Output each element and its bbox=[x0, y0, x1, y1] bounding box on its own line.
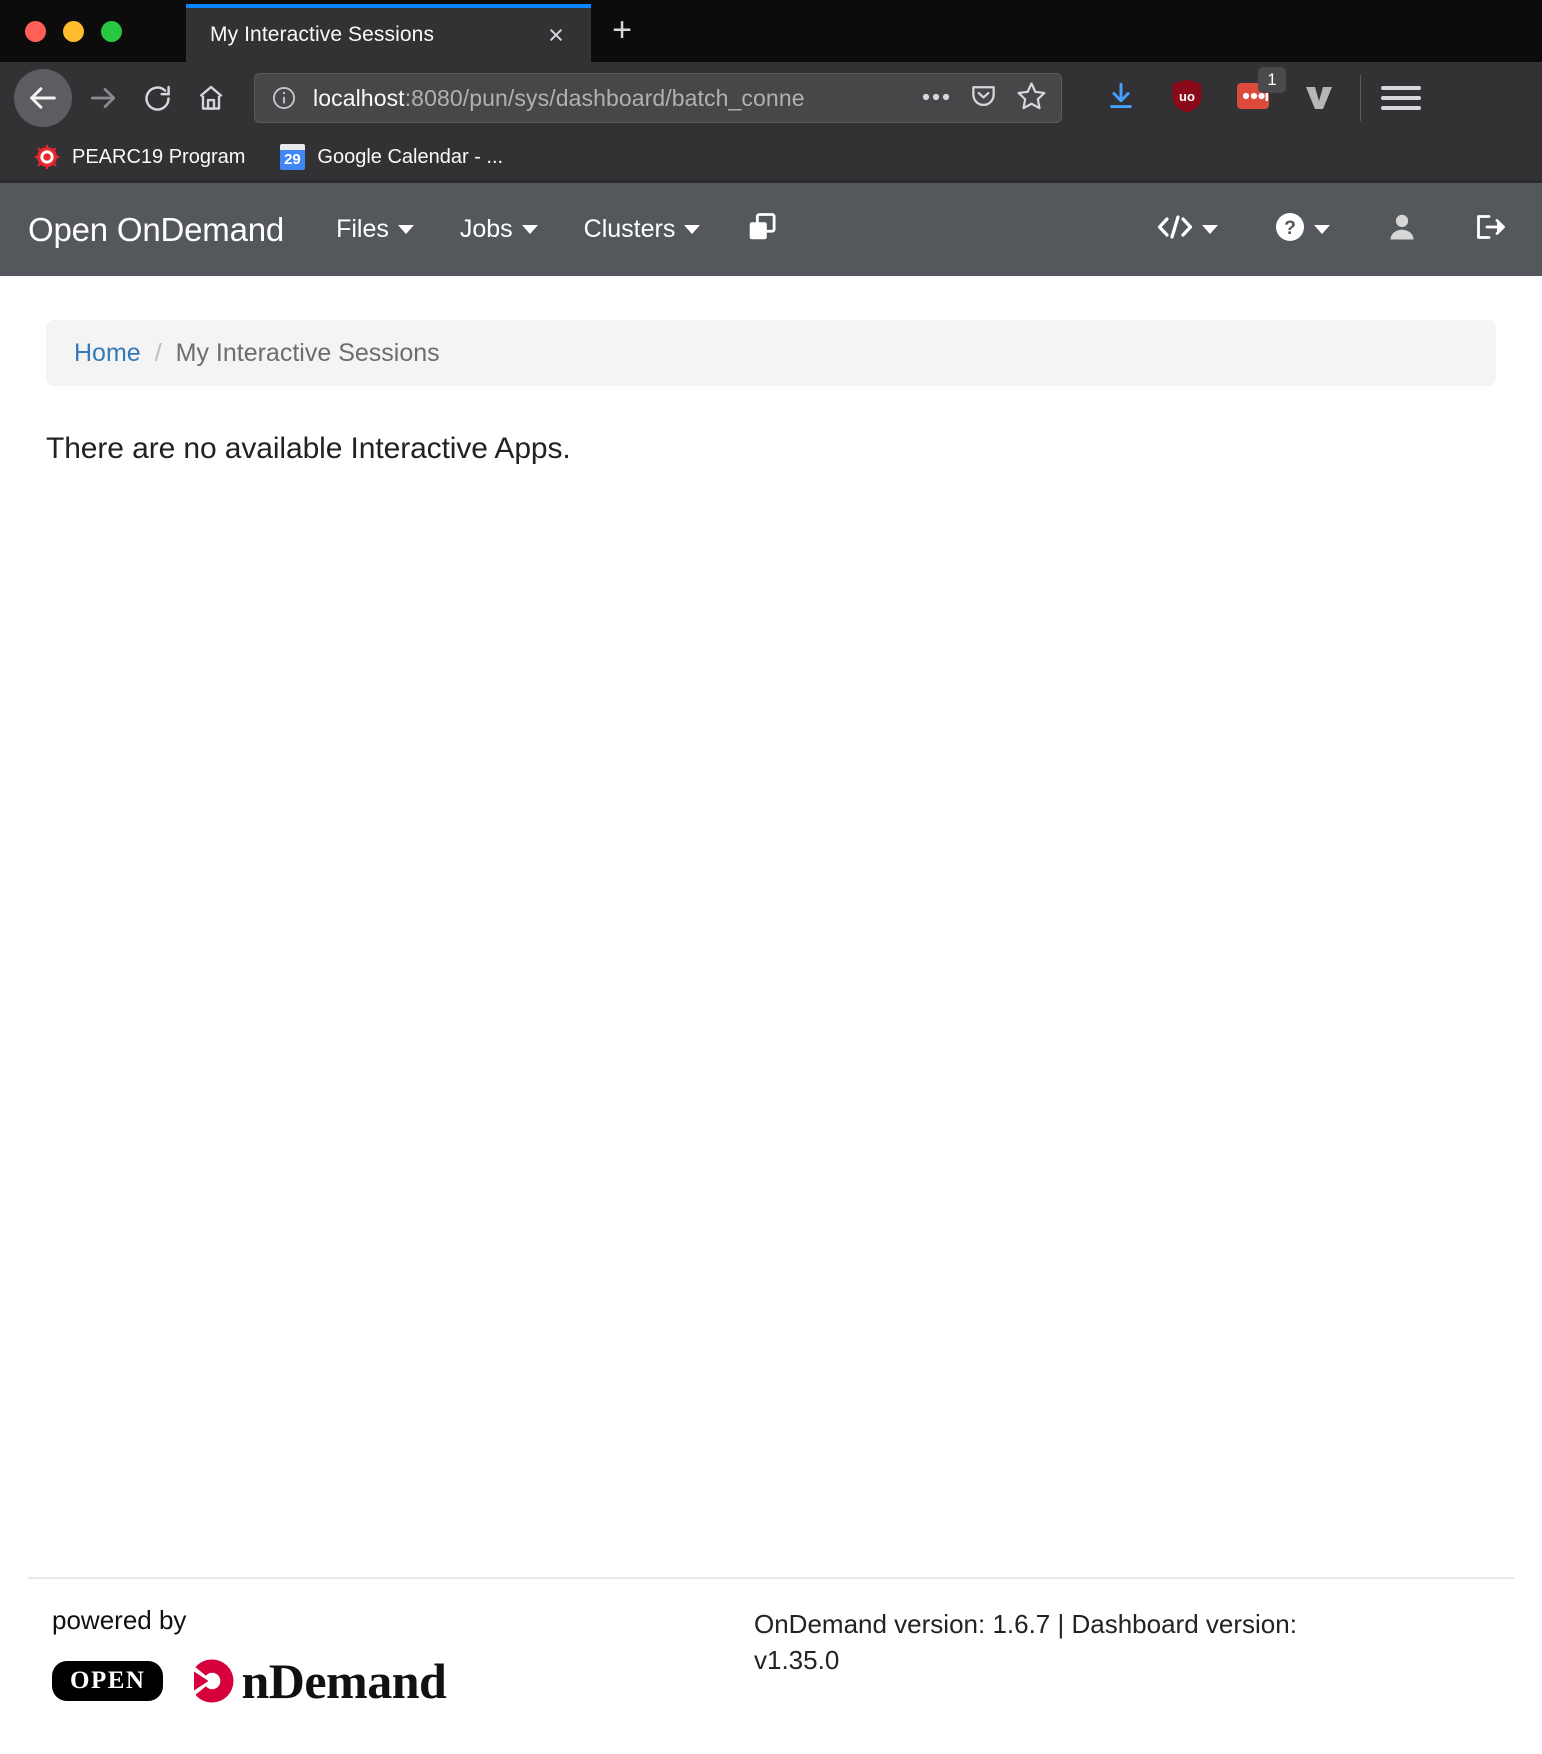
close-tab-icon[interactable]: × bbox=[539, 18, 573, 52]
interactive-apps-icon bbox=[746, 211, 778, 248]
svg-text:?: ? bbox=[1284, 218, 1296, 239]
chevron-down-icon bbox=[398, 225, 414, 234]
nav-item-user[interactable] bbox=[1386, 211, 1418, 248]
nav-item-help[interactable]: ? bbox=[1274, 211, 1330, 248]
calendar-day-number: 29 bbox=[280, 144, 305, 170]
svg-text:uo: uo bbox=[1179, 89, 1195, 104]
develop-code-icon bbox=[1156, 213, 1194, 246]
tab-title: My Interactive Sessions bbox=[210, 23, 539, 47]
nav-item-label: Clusters bbox=[584, 215, 676, 244]
extension-badge: 1 bbox=[1258, 67, 1286, 93]
breadcrumb-separator: / bbox=[155, 339, 162, 368]
bookmark-pearc19-program[interactable]: PEARC19 Program bbox=[22, 138, 257, 176]
new-tab-icon[interactable]: + bbox=[600, 8, 644, 52]
extension-button[interactable]: 1 bbox=[1234, 79, 1272, 117]
window-traffic-lights bbox=[0, 0, 122, 62]
home-button[interactable] bbox=[184, 71, 238, 125]
pearc-gear-icon bbox=[34, 144, 60, 170]
nav-item-interactive-apps[interactable] bbox=[746, 211, 778, 248]
nav-item-jobs[interactable]: Jobs bbox=[460, 215, 538, 244]
back-arrow-icon bbox=[26, 81, 60, 115]
breadcrumb-current: My Interactive Sessions bbox=[176, 339, 440, 368]
ondemand-navbar: Open OnDemand Files Jobs Clusters bbox=[0, 180, 1542, 276]
back-button[interactable] bbox=[14, 69, 72, 127]
powered-by-label: powered by bbox=[52, 1605, 732, 1636]
page-content: Home / My Interactive Sessions There are… bbox=[0, 320, 1542, 466]
toolbar-divider bbox=[1360, 75, 1361, 121]
open-pill-label: OPEN bbox=[52, 1661, 163, 1701]
ondemand-navbar-right: ? bbox=[1100, 211, 1508, 248]
nav-item-files[interactable]: Files bbox=[336, 215, 414, 244]
url-path: :8080/pun/sys/dashboard/batch_conne bbox=[405, 85, 805, 111]
star-icon[interactable] bbox=[1016, 80, 1047, 116]
url-text[interactable]: localhost:8080/pun/sys/dashboard/batch_c… bbox=[313, 85, 911, 112]
browser-chrome: My Interactive Sessions × + bbox=[0, 0, 1542, 180]
page-viewport: Open OnDemand Files Jobs Clusters bbox=[0, 180, 1542, 1754]
bookmark-label: PEARC19 Program bbox=[72, 146, 245, 169]
tab-strip: My Interactive Sessions × + bbox=[0, 0, 1542, 62]
nav-item-clusters[interactable]: Clusters bbox=[584, 215, 701, 244]
help-question-icon: ? bbox=[1274, 211, 1306, 248]
download-arrow-icon bbox=[1106, 80, 1136, 117]
home-icon bbox=[196, 83, 226, 113]
bookmark-label: Google Calendar - ... bbox=[317, 146, 503, 169]
chevron-down-icon bbox=[1314, 225, 1330, 234]
close-window-button[interactable] bbox=[25, 21, 46, 42]
breadcrumb: Home / My Interactive Sessions bbox=[46, 320, 1496, 386]
breadcrumb-home-link[interactable]: Home bbox=[74, 339, 141, 368]
version-info: OnDemand version: 1.6.7 | Dashboard vers… bbox=[754, 1605, 1314, 1708]
forward-arrow-icon bbox=[87, 82, 119, 114]
ublock-origin-icon: uo bbox=[1170, 78, 1204, 119]
browser-menu-button[interactable] bbox=[1381, 86, 1421, 110]
ublock-origin-button[interactable]: uo bbox=[1168, 79, 1206, 117]
chevron-down-icon bbox=[522, 225, 538, 234]
browser-toolbar: localhost:8080/pun/sys/dashboard/batch_c… bbox=[0, 62, 1542, 134]
downloads-button[interactable] bbox=[1102, 79, 1140, 117]
chevron-down-icon bbox=[1202, 225, 1218, 234]
pocket-icon[interactable] bbox=[969, 81, 998, 115]
chevron-down-icon bbox=[684, 225, 700, 234]
ondemand-word-text: nDemand bbox=[241, 1656, 446, 1706]
maximize-window-button[interactable] bbox=[101, 21, 122, 42]
minimize-window-button[interactable] bbox=[63, 21, 84, 42]
hamburger-menu-icon bbox=[1381, 86, 1421, 90]
user-account-icon bbox=[1386, 211, 1418, 248]
reload-icon bbox=[142, 83, 173, 114]
ondemand-brand[interactable]: Open OnDemand bbox=[28, 211, 284, 249]
empty-state-message: There are no available Interactive Apps. bbox=[46, 432, 1496, 466]
logout-icon bbox=[1474, 212, 1508, 247]
footer-divider bbox=[28, 1577, 1514, 1579]
nav-item-label: Jobs bbox=[460, 215, 513, 244]
site-info-icon[interactable] bbox=[271, 85, 297, 111]
ondemand-wordmark: nDemand bbox=[185, 1654, 446, 1708]
nav-item-develop[interactable] bbox=[1156, 213, 1218, 246]
forward-button[interactable] bbox=[76, 71, 130, 125]
extension-icons: uo 1 bbox=[1102, 79, 1338, 117]
footer-branding: powered by OPEN nDemand bbox=[52, 1605, 732, 1708]
vimium-button[interactable] bbox=[1300, 79, 1338, 117]
nav-item-logout[interactable] bbox=[1474, 212, 1508, 247]
nav-item-label: Files bbox=[336, 215, 389, 244]
bookmark-google-calendar[interactable]: 29 Google Calendar - ... bbox=[267, 138, 515, 176]
vimium-v-icon bbox=[1302, 79, 1336, 118]
ondemand-circle-mark bbox=[185, 1654, 239, 1708]
bookmarks-bar: PEARC19 Program 29 Google Calendar - ... bbox=[0, 134, 1542, 180]
url-host: localhost bbox=[313, 85, 405, 111]
browser-tab-active[interactable]: My Interactive Sessions × bbox=[186, 4, 591, 62]
page-footer: powered by OPEN nDemand OnDemand version… bbox=[0, 1605, 1542, 1708]
reload-button[interactable] bbox=[130, 71, 184, 125]
url-bar[interactable]: localhost:8080/pun/sys/dashboard/batch_c… bbox=[254, 73, 1062, 123]
google-calendar-icon: 29 bbox=[279, 144, 305, 170]
ondemand-logo[interactable]: OPEN nDemand bbox=[52, 1654, 732, 1708]
ellipsis-icon[interactable] bbox=[921, 89, 951, 107]
